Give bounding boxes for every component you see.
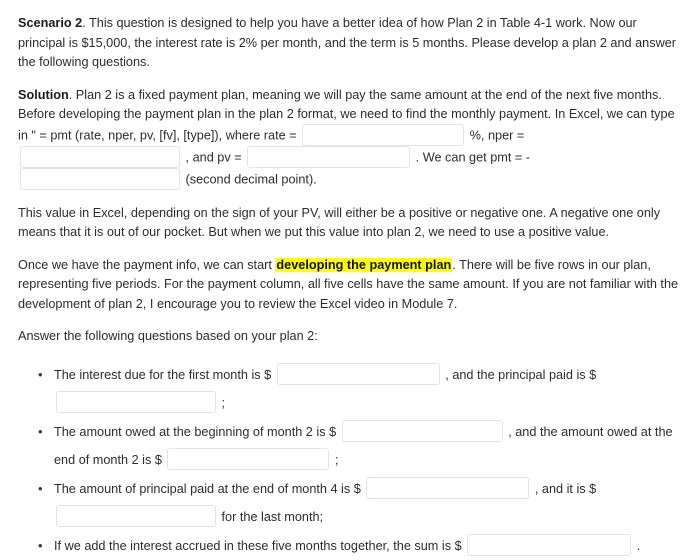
solution-label: Solution	[18, 87, 69, 102]
payment-plan-text-before: Once we have the payment info, we can st…	[18, 257, 276, 272]
nper-input[interactable]	[20, 145, 180, 168]
after-pmt-text: (second decimal point).	[185, 171, 317, 186]
rate-input[interactable]	[302, 123, 465, 146]
question-2-text-a: The amount owed at the beginning of mont…	[54, 424, 337, 439]
q3-month4-input[interactable]	[366, 477, 530, 500]
answer-prompt: Answer the following questions based on …	[18, 329, 318, 343]
question-3-text-c: for the last month;	[221, 509, 324, 524]
q1-principal-input[interactable]	[56, 391, 216, 414]
sign-note-paragraph: This value in Excel, depending on the si…	[18, 205, 661, 240]
list-item: The interest due for the first month is …	[38, 361, 682, 417]
after-nper-text: , and pv =	[185, 149, 242, 164]
q1-interest-input[interactable]	[276, 363, 440, 386]
question-1-text-c: ;	[221, 395, 226, 410]
question-list: The interest due for the first month is …	[18, 361, 682, 560]
list-item: The amount of principal paid at the end …	[38, 475, 682, 531]
question-2-text-c: ;	[334, 452, 339, 467]
question-3-text-b: , and it is $	[534, 481, 597, 496]
question-4-text-a: If we add the interest accrued in these …	[54, 538, 462, 553]
scenario-paragraph: Scenario 2. This question is designed to…	[18, 14, 682, 73]
question-1-text-a: The interest due for the first month is …	[54, 367, 272, 382]
question-1-text-b: , and the principal paid is $	[445, 367, 597, 382]
worksheet-page: Scenario 2. This question is designed to…	[0, 0, 700, 560]
q2-begin-input[interactable]	[341, 420, 503, 443]
scenario-body: . This question is designed to help you …	[18, 16, 677, 69]
pv-input[interactable]	[247, 145, 411, 168]
payment-plan-paragraph: Once we have the payment info, we can st…	[18, 256, 682, 315]
q2-end-input[interactable]	[167, 448, 330, 471]
scenario-label: Scenario 2	[18, 16, 83, 30]
highlighted-phrase: developing the payment plan	[275, 257, 453, 272]
q3-last-input[interactable]	[56, 505, 216, 528]
after-pv-text: . We can get pmt = -	[415, 149, 531, 164]
q4-sum-input[interactable]	[467, 534, 632, 557]
list-item: The amount owed at the beginning of mont…	[38, 418, 682, 474]
question-4-text-b: .	[636, 538, 641, 553]
question-3-text-a: The amount of principal paid at the end …	[54, 481, 361, 496]
pmt-input[interactable]	[20, 167, 180, 190]
after-rate-text: %, nper =	[469, 127, 525, 142]
solution-paragraph: Solution. Plan 2 is a fixed payment plan…	[18, 86, 682, 191]
